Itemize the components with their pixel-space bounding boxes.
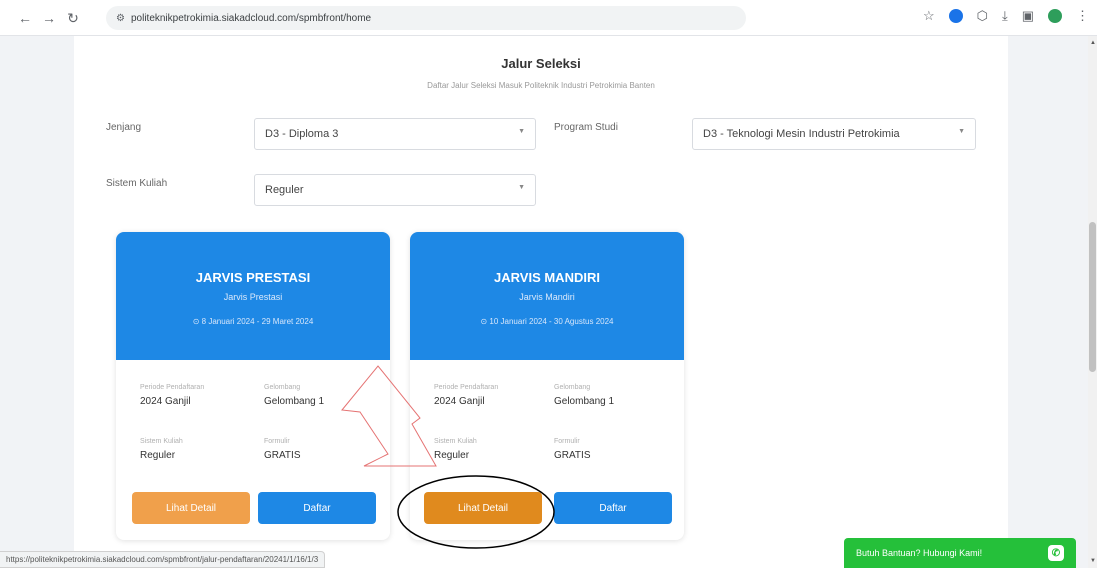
page-title: Jalur Seleksi (501, 56, 581, 71)
card-date: ⊙ 10 Januari 2024 - 30 Agustus 2024 (480, 317, 614, 326)
sistem-select[interactable]: Reguler ▼ (254, 174, 536, 206)
reload-icon[interactable]: ↻ (62, 7, 84, 29)
page-scrollbar[interactable]: ▲ ▼ (1088, 36, 1097, 568)
gelombang-label: Gelombang (264, 384, 301, 391)
sistem-label: Sistem Kuliah (106, 178, 168, 189)
scroll-up-icon[interactable]: ▲ (1090, 40, 1096, 46)
sistem-kuliah-value: Reguler (140, 450, 176, 461)
scroll-down-icon[interactable]: ▼ (1090, 558, 1096, 564)
help-label: Butuh Bantuan? Hubungi Kami! (856, 548, 983, 558)
status-url: https://politeknikpetrokimia.siakadcloud… (6, 555, 319, 564)
gelombang-value: Gelombang 1 (554, 396, 615, 407)
sistem-value: Reguler (265, 184, 304, 196)
card-title: JARVIS MANDIRI (494, 270, 600, 285)
url-text: politeknikpetrokimia.siakadcloud.com/spm… (130, 12, 372, 24)
prodi-select[interactable]: D3 - Teknologi Mesin Industri Petrokimia… (692, 118, 976, 150)
card-subtitle: Jarvis Mandiri (519, 292, 575, 302)
browser-toolbar: ← → ↻ ⚙ politeknikpetrokimia.siakadcloud… (0, 0, 1097, 36)
prodi-value: D3 - Teknologi Mesin Industri Petrokimia (703, 128, 900, 140)
chevron-down-icon: ▼ (958, 128, 965, 135)
periode-label: Periode Pendaftaran (140, 384, 205, 391)
card-subtitle: Jarvis Prestasi (223, 292, 283, 302)
lihat-detail-button[interactable]: Lihat Detail (424, 492, 542, 524)
bookmark-star-icon[interactable]: ☆ (923, 8, 935, 24)
formulir-value: GRATIS (554, 450, 591, 461)
jalur-card: JARVIS MANDIRI Jarvis Mandiri ⊙ 10 Janua… (410, 232, 684, 540)
page-subtitle: Daftar Jalur Seleksi Masuk Politeknik In… (427, 81, 655, 90)
chevron-down-icon: ▼ (518, 184, 525, 191)
sistem-kuliah-value: Reguler (434, 450, 470, 461)
jalur-card: JARVIS PRESTASI Jarvis Prestasi ⊙ 8 Janu… (116, 232, 390, 540)
card-header: JARVIS MANDIRI Jarvis Mandiri ⊙ 10 Janua… (410, 232, 684, 360)
jenjang-value: D3 - Diploma 3 (265, 128, 339, 140)
daftar-button[interactable]: Daftar (258, 492, 376, 524)
prodi-label: Program Studi (554, 122, 618, 133)
gelombang-label: Gelombang (554, 384, 591, 391)
card-date: ⊙ 8 Januari 2024 - 29 Maret 2024 (192, 317, 314, 326)
profile-avatar[interactable] (1048, 9, 1062, 23)
page-viewport: Jalur Seleksi Daftar Jalur Seleksi Masuk… (0, 36, 1088, 568)
help-whatsapp-button[interactable]: Butuh Bantuan? Hubungi Kami! ✆ (844, 538, 1076, 568)
site-info-icon[interactable]: ⚙ (116, 13, 125, 24)
toolbar-actions: ☆ ⬡ ⤓ ▣ ⋮ (923, 8, 1089, 24)
formulir-label: Formulir (554, 438, 580, 445)
periode-value: 2024 Ganjil (140, 396, 191, 407)
extensions-puzzle-icon[interactable]: ⬡ (977, 8, 988, 24)
link-status-bar: https://politeknikpetrokimia.siakadcloud… (0, 551, 326, 568)
content-panel: Jalur Seleksi Daftar Jalur Seleksi Masuk… (74, 36, 1008, 568)
menu-kebab-icon[interactable]: ⋮ (1076, 8, 1089, 24)
lihat-detail-button[interactable]: Lihat Detail (132, 492, 250, 524)
jenjang-select[interactable]: D3 - Diploma 3 ▼ (254, 118, 536, 150)
periode-value: 2024 Ganjil (434, 396, 485, 407)
whatsapp-icon: ✆ (1048, 545, 1064, 561)
card-title: JARVIS PRESTASI (195, 270, 311, 285)
chevron-down-icon: ▼ (518, 128, 525, 135)
forward-icon[interactable]: → (38, 7, 60, 29)
periode-label: Periode Pendaftaran (434, 384, 499, 391)
jenjang-label: Jenjang (106, 122, 142, 133)
download-icon[interactable]: ⤓ (1002, 8, 1008, 24)
formulir-label: Formulir (264, 438, 290, 445)
card-header: JARVIS PRESTASI Jarvis Prestasi ⊙ 8 Janu… (116, 232, 390, 360)
scrollbar-thumb[interactable] (1089, 222, 1096, 372)
side-panel-icon[interactable]: ▣ (1022, 8, 1034, 24)
sistem-kuliah-label: Sistem Kuliah (434, 438, 477, 445)
extension-icon[interactable] (948, 9, 963, 23)
gelombang-value: Gelombang 1 (264, 396, 325, 407)
address-bar[interactable]: ⚙ politeknikpetrokimia.siakadcloud.com/s… (106, 6, 746, 30)
sistem-kuliah-label: Sistem Kuliah (140, 438, 183, 445)
formulir-value: GRATIS (264, 450, 301, 461)
back-icon[interactable]: ← (14, 7, 36, 29)
daftar-button[interactable]: Daftar (554, 492, 672, 524)
